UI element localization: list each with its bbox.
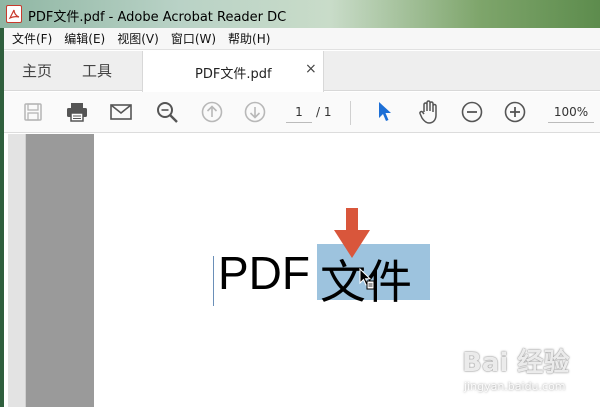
text-caret — [213, 256, 214, 306]
prev-page-icon[interactable] — [199, 99, 225, 125]
acrobat-app-icon — [6, 5, 22, 23]
menu-view[interactable]: 视图(V) — [117, 30, 159, 47]
page-number-input[interactable]: 1 — [286, 101, 312, 123]
menu-file[interactable]: 文件(F) — [12, 30, 52, 47]
select-cursor-icon[interactable] — [372, 99, 398, 125]
menu-window[interactable]: 窗口(W) — [171, 30, 216, 47]
navigation-pane-strip[interactable] — [8, 134, 26, 407]
find-icon[interactable] — [154, 99, 180, 125]
mouse-cursor-icon — [359, 268, 375, 290]
email-icon[interactable] — [108, 99, 134, 125]
tab-home[interactable]: 主页 — [22, 51, 52, 91]
hand-icon[interactable] — [416, 99, 442, 125]
toolbar-separator — [350, 101, 351, 125]
menu-edit[interactable]: 编辑(E) — [64, 30, 105, 47]
watermark-brand: Bai 经验 — [462, 348, 570, 378]
title-bar: PDF文件.pdf - Adobe Acrobat Reader DC — [0, 0, 600, 28]
page-total: / 1 — [316, 105, 332, 119]
zoom-level-field[interactable]: 100% — [548, 101, 594, 123]
tab-row: 主页 工具 PDF文件.pdf × — [4, 51, 600, 92]
save-icon[interactable] — [20, 99, 46, 125]
print-icon[interactable] — [64, 99, 90, 125]
toolbar: 1 / 1 100% — [4, 92, 600, 133]
page-gutter — [26, 134, 94, 407]
pdf-text-plain[interactable]: PDF — [218, 246, 310, 300]
annotation-arrow-icon — [334, 208, 370, 258]
next-page-icon[interactable] — [242, 99, 268, 125]
tab-tools[interactable]: 工具 — [82, 51, 112, 91]
close-tab-icon[interactable]: × — [305, 61, 317, 77]
baidu-watermark: Bai 经验 jingyan.baidu.com — [458, 338, 598, 402]
menu-help[interactable]: 帮助(H) — [228, 30, 270, 47]
menu-bar: 文件(F) 编辑(E) 视图(V) 窗口(W) 帮助(H) — [4, 28, 600, 50]
watermark-url: jingyan.baidu.com — [464, 380, 566, 393]
zoom-in-icon[interactable] — [502, 99, 528, 125]
zoom-out-icon[interactable] — [459, 99, 485, 125]
window-title: PDF文件.pdf - Adobe Acrobat Reader DC — [28, 10, 287, 25]
document-tab-label: PDF文件.pdf — [195, 67, 272, 82]
tab-document[interactable]: PDF文件.pdf × — [142, 51, 324, 92]
